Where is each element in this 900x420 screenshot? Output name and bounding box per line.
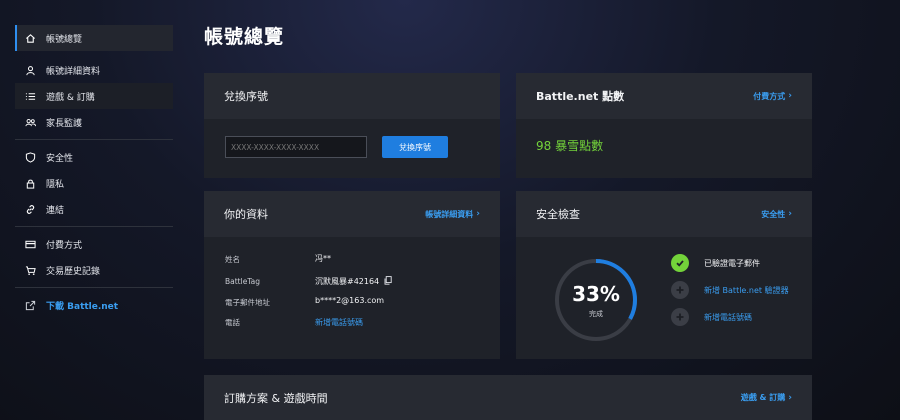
battletag-label: BattleTag [225,277,261,286]
card-title: 你的資料 [224,208,268,221]
home-icon [24,32,36,44]
card-title: 訂購方案 & 遊戲時間 [224,391,328,405]
sidebar-item-label: 連結 [46,205,65,216]
link-label: 遊戲 & 訂購 [740,393,786,402]
check-item-verified-email: 已驗證電子郵件 [671,254,760,272]
security-progress-ring: 33% 完成 [553,257,639,343]
lock-icon [24,177,36,189]
sidebar-item-games-subscriptions[interactable]: 遊戲 & 訂購 [15,83,173,109]
sidebar-item-label: 遊戲 & 訂購 [46,92,95,103]
sidebar-item-connections[interactable]: 連結 [15,196,173,222]
check-item-add-phone[interactable]: 新增電話號碼 [671,308,752,326]
battletag-text: 沉默風暴#42164 [315,277,380,286]
sidebar-item-label: 帳號總覽 [46,34,83,45]
credit-card-icon [24,238,36,250]
cart-icon [24,264,36,276]
sidebar: 帳號總覽 帳號詳細資料 遊戲 & 訂購 家長監護 安全性 隱私 連結 付費方式 … [15,25,173,318]
account-details-link[interactable]: 帳號詳細資料 › [425,209,480,220]
card-header: 安全檢查 安全性 › [516,191,812,237]
sidebar-item-parental-controls[interactable]: 家長監護 [15,109,173,135]
check-item-add-authenticator[interactable]: 新增 Battle.net 驗證器 [671,281,789,299]
redeem-code-button[interactable]: 兌換序號 [382,136,448,158]
redeem-code-card: 兌換序號 兌換序號 [204,73,500,178]
chevron-right-icon: › [788,91,792,101]
card-header: 你的資料 帳號詳細資料 › [204,191,500,237]
sidebar-item-account-details[interactable]: 帳號詳細資料 [15,57,173,83]
external-link-icon [24,299,36,311]
card-header: 訂購方案 & 遊戲時間 遊戲 & 訂購 › [204,375,812,420]
security-percent: 33% [572,282,620,306]
sidebar-divider [15,226,173,227]
payment-methods-link[interactable]: 付費方式 › [753,91,792,102]
email-value: b****2@163.com [315,296,385,305]
card-title: 安全檢查 [536,208,580,221]
sidebar-item-transaction-history[interactable]: 交易歷史記錄 [15,257,173,283]
check-item-label: 已驗證電子郵件 [704,258,760,268]
users-icon [24,116,36,128]
chevron-right-icon: › [788,209,792,219]
sidebar-item-privacy[interactable]: 隱私 [15,170,173,196]
plus-icon [671,281,689,299]
card-title: Battle.net 點數 [536,90,625,103]
email-label: 電子郵件地址 [225,298,270,307]
check-icon [671,254,689,272]
name-value: 冯** [315,254,331,263]
link-label: 付費方式 [753,91,786,101]
sidebar-item-label: 家長監護 [46,118,83,129]
link-label: 安全性 [761,209,786,219]
balance-card: Battle.net 點數 付費方式 › 98 暴雪點數 [516,73,812,178]
sidebar-item-security[interactable]: 安全性 [15,144,173,170]
sidebar-item-download-battlenet[interactable]: 下載 Battle.net [15,292,173,318]
sidebar-item-label: 下載 Battle.net [46,301,119,312]
add-phone-link[interactable]: 新增電話號碼 [315,317,363,328]
link-icon [24,203,36,215]
card-header: 兌換序號 [204,73,500,119]
user-icon [24,64,36,76]
sidebar-item-account-overview[interactable]: 帳號總覽 [15,25,173,51]
card-header: Battle.net 點數 付費方式 › [516,73,812,119]
name-label: 姓名 [225,255,240,264]
battletag-value: 沉默風暴#42164 [315,276,392,287]
security-percent-label: 完成 [589,310,603,318]
redeem-code-input[interactable] [225,136,367,158]
games-subscriptions-link[interactable]: 遊戲 & 訂購 › [741,392,792,403]
page-title: 帳號總覽 [204,26,285,48]
plus-icon [671,308,689,326]
sidebar-item-label: 交易歷史記錄 [46,266,101,277]
sidebar-item-label: 帳號詳細資料 [46,66,101,77]
sidebar-item-label: 隱私 [46,179,65,190]
sidebar-divider [15,139,173,140]
sidebar-item-payment-methods[interactable]: 付費方式 [15,231,173,257]
security-check-card: 安全檢查 安全性 › 33% 完成 已驗證電子郵件 新增 Battle.net … [516,191,812,359]
check-item-label: 新增 Battle.net 驗證器 [704,285,789,295]
check-item-label: 新增電話號碼 [704,312,752,322]
chevron-right-icon: › [476,209,480,219]
copy-icon[interactable] [384,276,392,287]
security-link[interactable]: 安全性 › [761,209,792,220]
list-icon [24,90,36,102]
balance-points: 98 暴雪點數 [536,139,604,153]
shield-icon [24,151,36,163]
link-label: 帳號詳細資料 [425,209,474,219]
sidebar-item-label: 安全性 [46,153,74,164]
sidebar-divider [15,287,173,288]
subscriptions-card: 訂購方案 & 遊戲時間 遊戲 & 訂購 › [204,375,812,420]
card-title: 兌換序號 [224,90,268,103]
phone-label: 電話 [225,318,240,327]
sidebar-item-label: 付費方式 [46,240,83,251]
profile-card: 你的資料 帳號詳細資料 › 姓名 冯** BattleTag 沉默風暴#4216… [204,191,500,359]
chevron-right-icon: › [788,392,792,403]
